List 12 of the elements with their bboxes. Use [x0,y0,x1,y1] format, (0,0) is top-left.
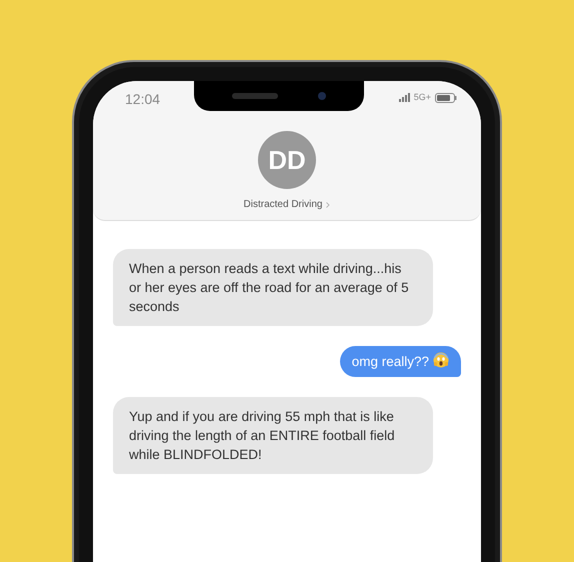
camera-icon [318,92,326,100]
sent-message-bubble: omg really?? [340,346,461,377]
received-message-bubble: Yup and if you are driving 55 mph that is like driving the length of an ENTIRE football field while BLINDFOLDED! [113,397,433,474]
speaker-icon [232,93,278,99]
chevron-right-icon [326,202,330,208]
signal-icon [398,93,410,102]
contact-name[interactable]: Distracted Driving [244,197,322,212]
network-label: 5G+ [414,91,431,104]
battery-icon [435,92,457,103]
status-time: 12:04 [124,90,160,109]
contact-avatar: DD [258,131,316,189]
received-message-bubble: When a person reads a text while driving...his or her eyes are off the road for an average of 5 seconds [113,249,433,326]
